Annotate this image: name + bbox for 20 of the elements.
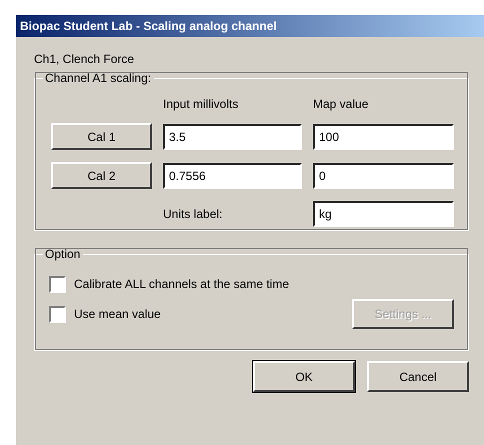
calibrate-button[interactable]: Cal 2 bbox=[51, 162, 152, 189]
checkbox[interactable] bbox=[49, 276, 66, 292]
group-title: Option bbox=[44, 247, 82, 261]
map-value-field[interactable]: 100 bbox=[313, 124, 454, 150]
window-title: Biopac Student Lab - Scaling analog channel bbox=[20, 19, 277, 33]
millivolts-field[interactable]: 3.5 bbox=[163, 124, 302, 150]
column-header: Map value bbox=[313, 97, 370, 111]
checkbox[interactable] bbox=[49, 306, 66, 322]
map-value-field[interactable]: 0 bbox=[313, 162, 454, 188]
checkbox-label[interactable]: Use mean value bbox=[74, 307, 161, 321]
cancel-button[interactable]: Cancel bbox=[367, 361, 469, 392]
millivolts-field[interactable]: 0.7556 bbox=[163, 162, 302, 188]
units-field[interactable]: kg bbox=[313, 201, 454, 227]
group-title: Channel A1 scaling: bbox=[44, 71, 152, 85]
calibrate-button[interactable]: Cal 1 bbox=[51, 123, 152, 150]
column-header: Input millivolts bbox=[163, 97, 240, 111]
units-label: Units label: bbox=[163, 207, 224, 221]
ok-button[interactable]: OK bbox=[253, 361, 355, 392]
checkbox-label[interactable]: Calibrate ALL channels at the same time bbox=[74, 277, 290, 291]
channel-label: Ch1, Clench Force bbox=[34, 51, 136, 67]
